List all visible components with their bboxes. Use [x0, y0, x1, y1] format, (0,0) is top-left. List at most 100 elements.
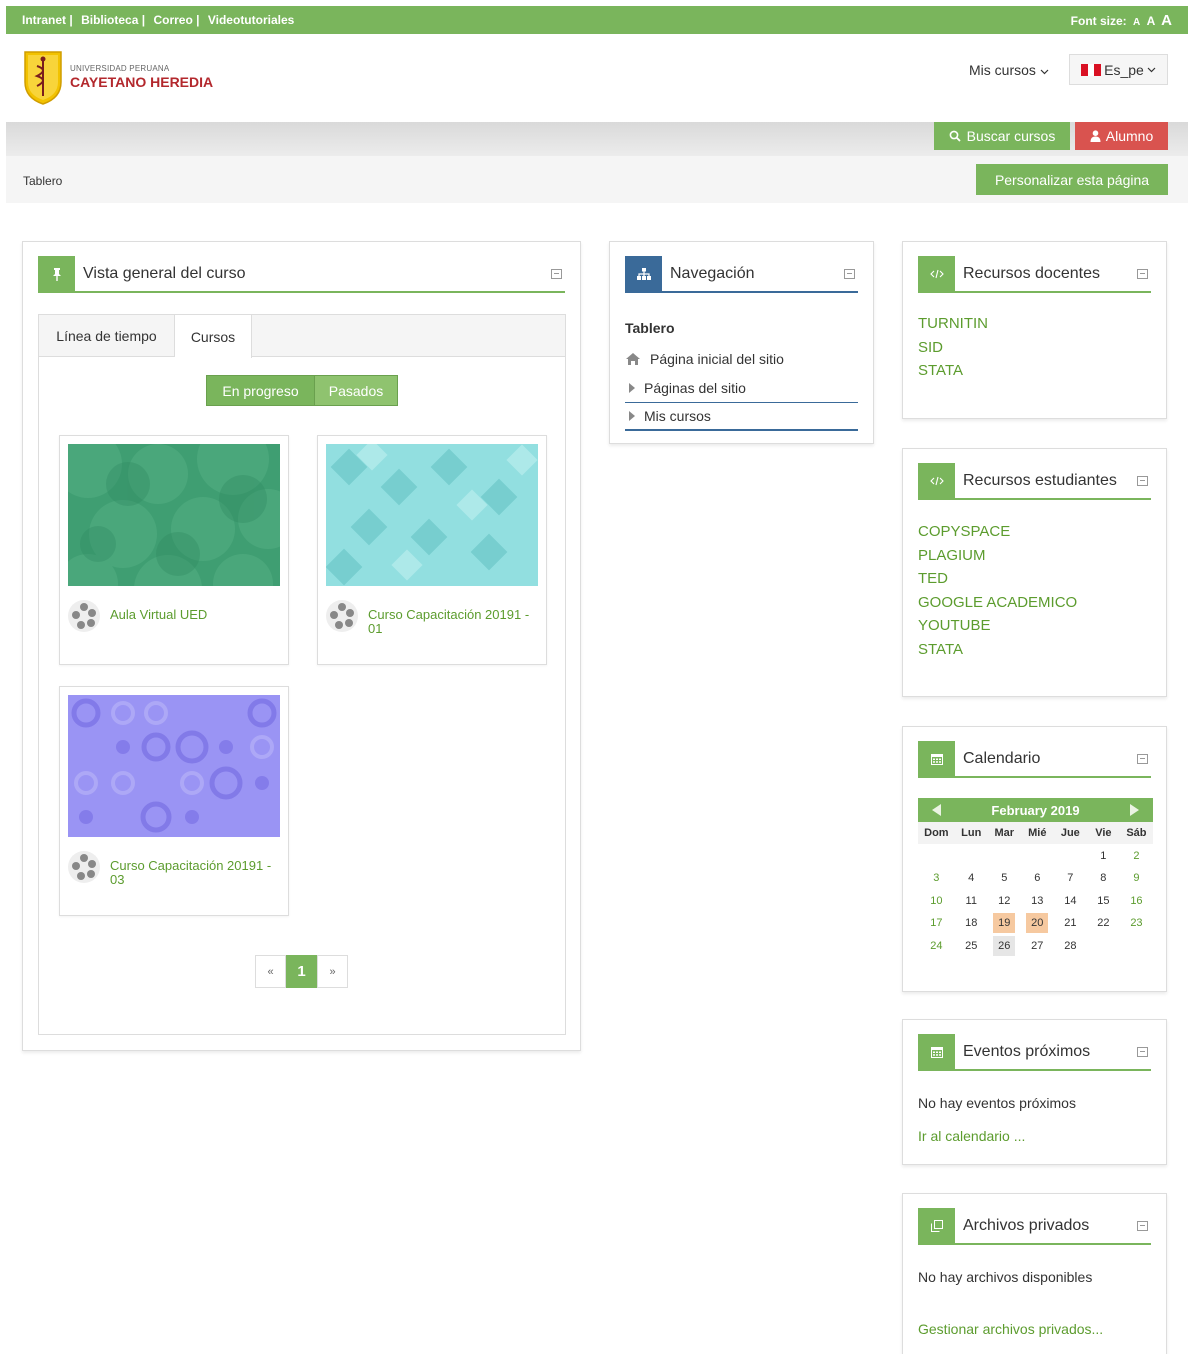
private-files-block: Archivos privados No hay archivos dispon…: [902, 1193, 1167, 1354]
course-image[interactable]: [326, 444, 538, 586]
calendar-day[interactable]: 8: [1087, 867, 1120, 890]
calendar-day[interactable]: 26: [988, 935, 1021, 958]
pagination-prev-button[interactable]: «: [255, 955, 286, 988]
go-to-calendar-link[interactable]: Ir al calendario ...: [918, 1128, 1025, 1144]
calendar-day-number: 14: [1064, 894, 1077, 907]
link-biblioteca[interactable]: Biblioteca: [81, 13, 138, 27]
resource-link-copyspace[interactable]: COPYSPACE: [918, 520, 1151, 544]
link-intranet[interactable]: Intranet: [22, 13, 66, 27]
calendar-day[interactable]: 28: [1054, 935, 1087, 958]
calendar-day[interactable]: 22: [1087, 912, 1120, 935]
calendar-day[interactable]: 15: [1087, 890, 1120, 913]
calendar-day[interactable]: 17: [918, 912, 955, 935]
collapse-icon[interactable]: [1137, 1221, 1148, 1231]
manage-private-files-link[interactable]: Gestionar archivos privados...: [918, 1321, 1103, 1337]
nav-item-site-pages[interactable]: Páginas del sitio: [625, 373, 858, 402]
calendar-day[interactable]: 2: [1120, 844, 1153, 867]
nav-root-dashboard[interactable]: Tablero: [625, 320, 675, 336]
resource-link-stata[interactable]: STATA: [918, 638, 1151, 662]
calendar-day-number: 12: [998, 894, 1011, 907]
resource-link-google-academico[interactable]: GOOGLE ACADEMICO: [918, 591, 1151, 615]
calendar-day[interactable]: 14: [1054, 890, 1087, 913]
pagination-next-button[interactable]: »: [317, 955, 348, 988]
collapse-icon[interactable]: [844, 269, 855, 279]
course-name-link[interactable]: Curso Capacitación 20191 - 01: [368, 608, 538, 636]
course-card[interactable]: Curso Capacitación 20191 - 01: [317, 435, 547, 665]
link-correo[interactable]: Correo: [153, 13, 192, 27]
resource-link-ted[interactable]: TED: [918, 567, 1151, 591]
course-image[interactable]: [68, 695, 280, 837]
calendar-day[interactable]: 9: [1120, 867, 1153, 890]
calendar-day[interactable]: 10: [918, 890, 955, 913]
calendar-day[interactable]: 24: [918, 935, 955, 958]
calendar-day[interactable]: 3: [918, 867, 955, 890]
calendar-day[interactable]: 18: [955, 912, 988, 935]
nav-item-label: Páginas del sitio: [644, 379, 746, 396]
calendar-week-row: 3 4 5 6 7 8 9: [918, 867, 1153, 890]
calendar-day-number: [925, 844, 947, 864]
link-videotutoriales[interactable]: Videotutoriales: [208, 13, 294, 27]
calendar-empty-cell: [1021, 844, 1054, 867]
calendar-day-number: 1: [1100, 849, 1107, 862]
prev-month-icon[interactable]: [932, 804, 941, 816]
calendar-day[interactable]: 20: [1021, 912, 1054, 935]
course-name-link[interactable]: Aula Virtual UED: [110, 608, 207, 622]
pagination-page-button[interactable]: 1: [286, 955, 317, 988]
calendar-day[interactable]: 23: [1120, 912, 1153, 935]
calendar-day[interactable]: 7: [1054, 867, 1087, 890]
my-courses-menu[interactable]: Mis cursos: [969, 62, 1049, 78]
tab-courses[interactable]: Cursos: [175, 315, 252, 358]
filter-in-progress-button[interactable]: En progreso: [206, 375, 315, 406]
calendar-day[interactable]: 1: [1087, 844, 1120, 867]
upcoming-events-block: Eventos próximos No hay eventos próximos…: [902, 1019, 1167, 1165]
university-logo[interactable]: UNIVERSIDAD PERUANA CAYETANO HEREDIA: [22, 48, 213, 106]
course-image[interactable]: [68, 444, 280, 586]
breadcrumb[interactable]: Tablero: [23, 174, 62, 188]
calendar-day[interactable]: 25: [955, 935, 988, 958]
collapse-icon[interactable]: [1137, 269, 1148, 279]
calendar-day[interactable]: 4: [955, 867, 988, 890]
nav-item-my-courses[interactable]: Mis cursos: [625, 402, 858, 431]
calendar-day[interactable]: 12: [988, 890, 1021, 913]
chevron-down-icon: [1040, 69, 1049, 75]
resource-link-sid[interactable]: SID: [918, 336, 1151, 360]
calendar-day-number: 21: [1064, 917, 1077, 930]
font-size-small-button[interactable]: A: [1133, 17, 1140, 28]
next-month-icon[interactable]: [1129, 804, 1139, 816]
font-size-large-button[interactable]: A: [1161, 12, 1172, 29]
resource-link-plagium[interactable]: PLAGIUM: [918, 544, 1151, 568]
resource-link-stata[interactable]: STATA: [918, 359, 1151, 383]
search-courses-button[interactable]: Buscar cursos: [934, 122, 1070, 150]
calendar-day[interactable]: 5: [988, 867, 1021, 890]
calendar-day[interactable]: 16: [1120, 890, 1153, 913]
calendar-day[interactable]: 21: [1054, 912, 1087, 935]
calendar-week-row: 24 25 26 27 28: [918, 935, 1153, 958]
shield-logo-icon: [24, 51, 62, 105]
filter-past-button[interactable]: Pasados: [315, 375, 398, 406]
font-size-medium-button[interactable]: A: [1147, 14, 1155, 28]
resource-link-youtube[interactable]: YOUTUBE: [918, 614, 1151, 638]
course-card[interactable]: Curso Capacitación 20191 - 03: [59, 686, 289, 916]
nav-item-site-home[interactable]: Página inicial del sitio: [625, 344, 858, 373]
calendar-day-number: 25: [965, 940, 978, 953]
course-name-link[interactable]: Curso Capacitación 20191 - 03: [110, 859, 280, 887]
calendar-day[interactable]: 19: [988, 912, 1021, 935]
calendar-day[interactable]: 13: [1021, 890, 1054, 913]
resource-link-turnitin[interactable]: TURNITIN: [918, 312, 1151, 336]
collapse-icon[interactable]: [1137, 754, 1148, 764]
course-card[interactable]: Aula Virtual UED: [59, 435, 289, 665]
separator: |: [141, 13, 146, 27]
calendar-day-number: 17: [930, 917, 943, 930]
collapse-icon[interactable]: [1137, 1047, 1148, 1057]
user-menu-button[interactable]: Alumno: [1075, 122, 1168, 150]
customize-page-button[interactable]: Personalizar esta página: [976, 164, 1168, 195]
resource-links: TURNITIN SID STATA: [918, 312, 1151, 383]
calendar-day-number: 23: [1130, 917, 1143, 930]
collapse-icon[interactable]: [551, 269, 562, 279]
calendar-day[interactable]: 6: [1021, 867, 1054, 890]
calendar-day[interactable]: 11: [955, 890, 988, 913]
calendar-day[interactable]: 27: [1021, 935, 1054, 958]
tab-timeline[interactable]: Línea de tiempo: [39, 315, 175, 357]
collapse-icon[interactable]: [1137, 476, 1148, 486]
language-selector[interactable]: Es_pe: [1069, 54, 1168, 85]
